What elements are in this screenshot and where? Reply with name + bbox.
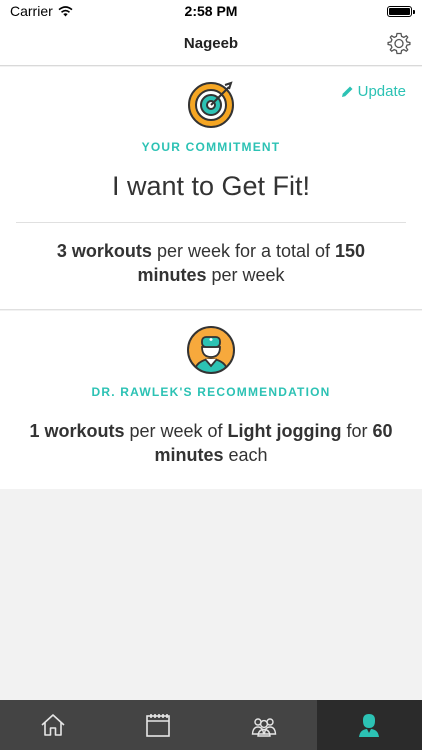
settings-button[interactable]	[386, 31, 412, 57]
gear-icon	[387, 32, 411, 55]
commitment-text-2: per week	[206, 265, 285, 285]
page-title: Nageeb	[183, 35, 239, 52]
status-bar: Carrier 2:58 PM	[0, 0, 422, 22]
recommendation-text-2: for	[341, 421, 373, 441]
tab-home[interactable]	[0, 700, 106, 750]
commitment-summary: 3 workouts per week for a total of 150 m…	[20, 239, 402, 287]
recommendation-text-1: per week of	[124, 421, 228, 441]
nav-bar: Nageeb	[0, 22, 422, 66]
carrier-label: Carrier	[10, 3, 53, 19]
target-icon	[188, 81, 234, 128]
profile-icon	[359, 714, 380, 737]
recommendation-workouts: 1 workouts	[29, 421, 125, 441]
commitment-workouts: 3 workouts	[56, 241, 152, 261]
commitment-section-label: YOUR COMMITMENT	[141, 140, 281, 154]
group-icon	[251, 718, 277, 737]
recommendation-summary: 1 workouts per week of Light jogging for…	[20, 419, 402, 467]
tab-group[interactable]	[211, 700, 317, 750]
recommendation-activity: Light jogging	[227, 421, 342, 441]
tab-profile[interactable]	[316, 700, 422, 750]
tab-calendar[interactable]	[106, 700, 212, 750]
divider	[16, 222, 406, 223]
commitment-card: Update YOUR COMMITMENT I want to Get Fit…	[0, 67, 422, 310]
doctor-avatar-icon	[187, 326, 235, 374]
home-icon	[41, 714, 65, 736]
tab-bar	[0, 700, 422, 750]
calendar-icon	[146, 714, 171, 737]
update-label: Update	[357, 83, 406, 100]
recommendation-text-3: each	[223, 445, 268, 465]
pencil-icon	[341, 86, 353, 97]
commitment-text-1: per week for a total of	[151, 241, 336, 261]
update-button[interactable]: Update	[341, 83, 406, 100]
battery-icon	[387, 5, 415, 17]
commitment-goal: I want to Get Fit!	[111, 171, 311, 201]
recommendation-section-label: DR. RAWLEK'S RECOMMENDATION	[91, 385, 331, 399]
recommendation-card: DR. RAWLEK'S RECOMMENDATION 1 workouts p…	[0, 311, 422, 489]
wifi-icon	[58, 5, 73, 16]
